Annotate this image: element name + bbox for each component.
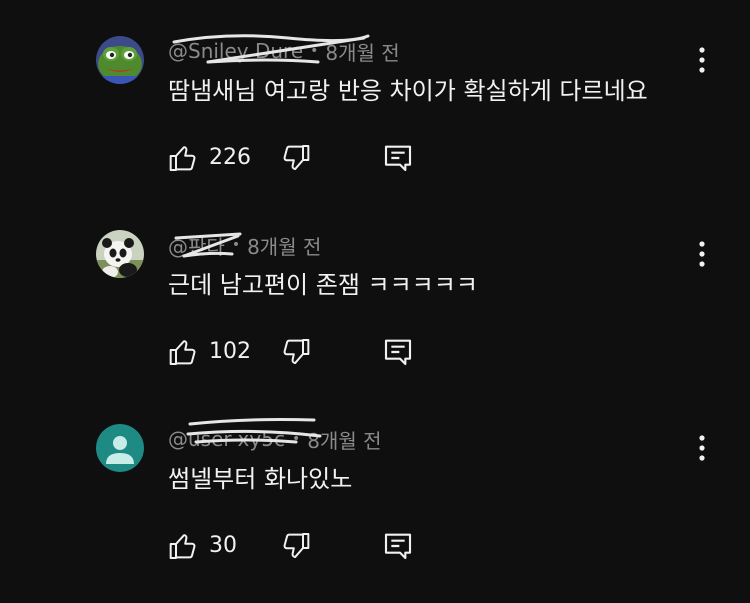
- separator-dot: •: [231, 237, 241, 253]
- like-button[interactable]: [168, 530, 200, 562]
- reply-icon: [384, 339, 412, 366]
- comment-thread: @판다 • 8개월 전 근데 남고편이 존잼 ㅋㅋㅋㅋㅋ 102: [0, 194, 750, 374]
- more-vert-icon: [699, 241, 705, 267]
- thumbs-up-icon: [169, 340, 196, 365]
- thumbs-up-icon: [169, 146, 196, 171]
- comment-meta: @판다 • 8개월 전: [168, 230, 321, 260]
- comment-text: 썸넬부터 화나있노: [168, 465, 353, 493]
- reply-icon: [384, 533, 412, 560]
- like-count: 102: [209, 339, 251, 364]
- separator-dot: •: [291, 431, 301, 447]
- separator-dot: •: [310, 43, 319, 59]
- like-count: 226: [209, 145, 251, 170]
- thumbs-down-icon: [283, 533, 310, 559]
- comment-meta: @user-xy5c • 8개월 전: [168, 424, 382, 454]
- avatar[interactable]: [96, 230, 144, 278]
- reply-button[interactable]: [382, 530, 414, 562]
- dislike-button[interactable]: [279, 336, 311, 368]
- comment-actions: 226: [168, 140, 428, 176]
- like-button[interactable]: [168, 336, 200, 368]
- comment-thread: @Sniley Dure • 8개월 전 땀냄새님 여고랑 반응 차이가 확실하…: [0, 0, 750, 180]
- more-actions-button[interactable]: [688, 432, 716, 464]
- thumbs-down-icon: [283, 145, 310, 171]
- comment-author[interactable]: @user-xy5c: [168, 427, 285, 451]
- panda-avatar-icon: [96, 230, 144, 278]
- like-button[interactable]: [168, 142, 200, 174]
- comment-meta: @Sniley Dure • 8개월 전: [168, 36, 400, 66]
- comment-author[interactable]: @Sniley Dure: [168, 39, 303, 63]
- comment-time[interactable]: 8개월 전: [307, 425, 381, 454]
- more-vert-icon: [699, 47, 705, 73]
- avatar[interactable]: [96, 36, 144, 84]
- more-actions-button[interactable]: [688, 238, 716, 270]
- thumbs-down-icon: [283, 339, 310, 365]
- comment-text: 땀냄새님 여고랑 반응 차이가 확실하게 다르네요: [168, 77, 648, 105]
- more-vert-icon: [699, 435, 705, 461]
- default-avatar-icon: [96, 424, 144, 472]
- avatar[interactable]: [96, 424, 144, 472]
- frog-avatar-icon: [96, 36, 144, 84]
- comment-actions: 102: [168, 334, 428, 370]
- dislike-button[interactable]: [279, 530, 311, 562]
- comment-thread: @user-xy5c • 8개월 전 썸넬부터 화나있노 30: [0, 388, 750, 568]
- like-count: 30: [209, 533, 237, 558]
- comment-author[interactable]: @판다: [168, 231, 225, 260]
- comment-time[interactable]: 8개월 전: [247, 231, 321, 260]
- comment-text: 근데 남고편이 존잼 ㅋㅋㅋㅋㅋ: [168, 271, 478, 299]
- reply-button[interactable]: [382, 142, 414, 174]
- dislike-button[interactable]: [279, 142, 311, 174]
- comment-time[interactable]: 8개월 전: [325, 37, 399, 66]
- comment-actions: 30: [168, 528, 428, 564]
- more-actions-button[interactable]: [688, 44, 716, 76]
- reply-icon: [384, 145, 412, 172]
- reply-button[interactable]: [382, 336, 414, 368]
- thumbs-up-icon: [169, 534, 196, 559]
